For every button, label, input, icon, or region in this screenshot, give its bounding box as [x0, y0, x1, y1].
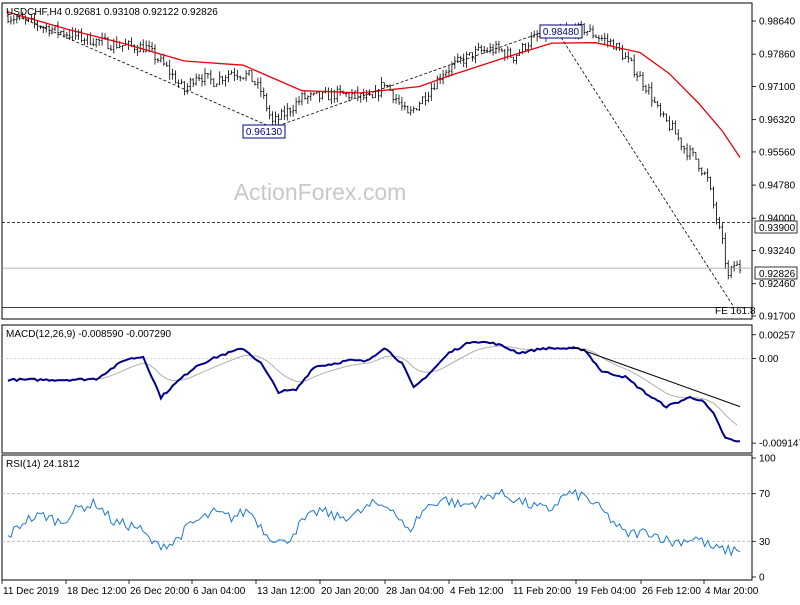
x-tick-label: 19 Feb 04:00 — [577, 586, 636, 597]
support-price-label: 0.93900 — [759, 223, 796, 234]
y-tick-label: 0.93240 — [759, 246, 796, 257]
y-tick-label: 0.98640 — [759, 17, 796, 28]
high-annotation: 0.98480 — [539, 24, 583, 39]
macd-y-tick-label: -0.009147 — [759, 439, 800, 450]
low-annotation: 0.96130 — [242, 124, 286, 139]
y-tick-label: 0.94780 — [759, 181, 796, 192]
low-annotation-label: 0.96130 — [246, 127, 283, 138]
main-panel-frame — [1, 2, 753, 320]
watermark: ActionForex.com — [234, 179, 407, 205]
rsi-y-axis: 100 70 30 0 — [752, 454, 776, 584]
x-axis: 11 Dec 2019 18 Dec 12:00 26 Dec 20:00 6 Jan… — [1, 580, 759, 597]
x-tick-label: 4 Feb 12:00 — [450, 586, 504, 597]
y-tick-label: 0.97100 — [759, 82, 796, 93]
current-price-label: 0.92826 — [759, 269, 796, 280]
main-header: USDCHF,H4 0.92681 0.93108 0.92122 0.9282… — [6, 7, 218, 18]
rsi-y-tick-label: 100 — [759, 454, 776, 465]
x-tick-label: 18 Dec 12:00 — [67, 586, 127, 597]
macd-y-tick-label: 0.00257 — [759, 330, 796, 341]
rsi-panel-frame — [1, 454, 753, 581]
x-tick-label: 11 Dec 2019 — [3, 586, 59, 597]
macd-y-tick-label: 0.00 — [759, 354, 779, 365]
y-tick-label: 0.95560 — [759, 147, 796, 158]
x-tick-label: 28 Jan 04:00 — [386, 586, 444, 597]
macd-label: MACD(12,26,9) -0.008590 -0.007290 — [6, 329, 172, 340]
rsi-y-tick-label: 70 — [759, 489, 771, 500]
x-tick-label: 20 Jan 20:00 — [321, 586, 379, 597]
x-tick-label: 26 Dec 20:00 — [130, 586, 190, 597]
x-tick-label: 13 Jan 12:00 — [257, 586, 315, 597]
x-tick-label: 4 Mar 20:00 — [705, 586, 759, 597]
rsi-y-tick-label: 30 — [759, 537, 771, 548]
x-tick-label: 26 Feb 12:00 — [642, 586, 701, 597]
x-tick-label: 6 Jan 04:00 — [193, 586, 246, 597]
macd-y-axis: 0.00257 0.00 -0.009147 — [752, 330, 800, 450]
rsi-y-tick-label: 0 — [759, 573, 765, 584]
fe-annotation-label: FE 161.8 — [715, 306, 756, 317]
y-tick-label: 0.97860 — [759, 50, 796, 61]
current-price-tag: 0.92826 — [754, 266, 798, 280]
y-tick-label: 0.91700 — [759, 312, 796, 323]
support-price-tag: 0.93900 — [754, 220, 798, 234]
chart-svg: ActionForex.com USDCHF,H4 0.92681 0.9310… — [1, 2, 800, 597]
high-annotation-label: 0.98480 — [543, 27, 580, 38]
rsi-label: RSI(14) 24.1812 — [6, 459, 80, 470]
y-tick-label: 0.96320 — [759, 115, 796, 126]
x-tick-label: 11 Feb 20:00 — [513, 586, 572, 597]
y-tick-label: 0.92460 — [759, 279, 796, 290]
chart-window: ActionForex.com USDCHF,H4 0.92681 0.9310… — [0, 0, 800, 600]
